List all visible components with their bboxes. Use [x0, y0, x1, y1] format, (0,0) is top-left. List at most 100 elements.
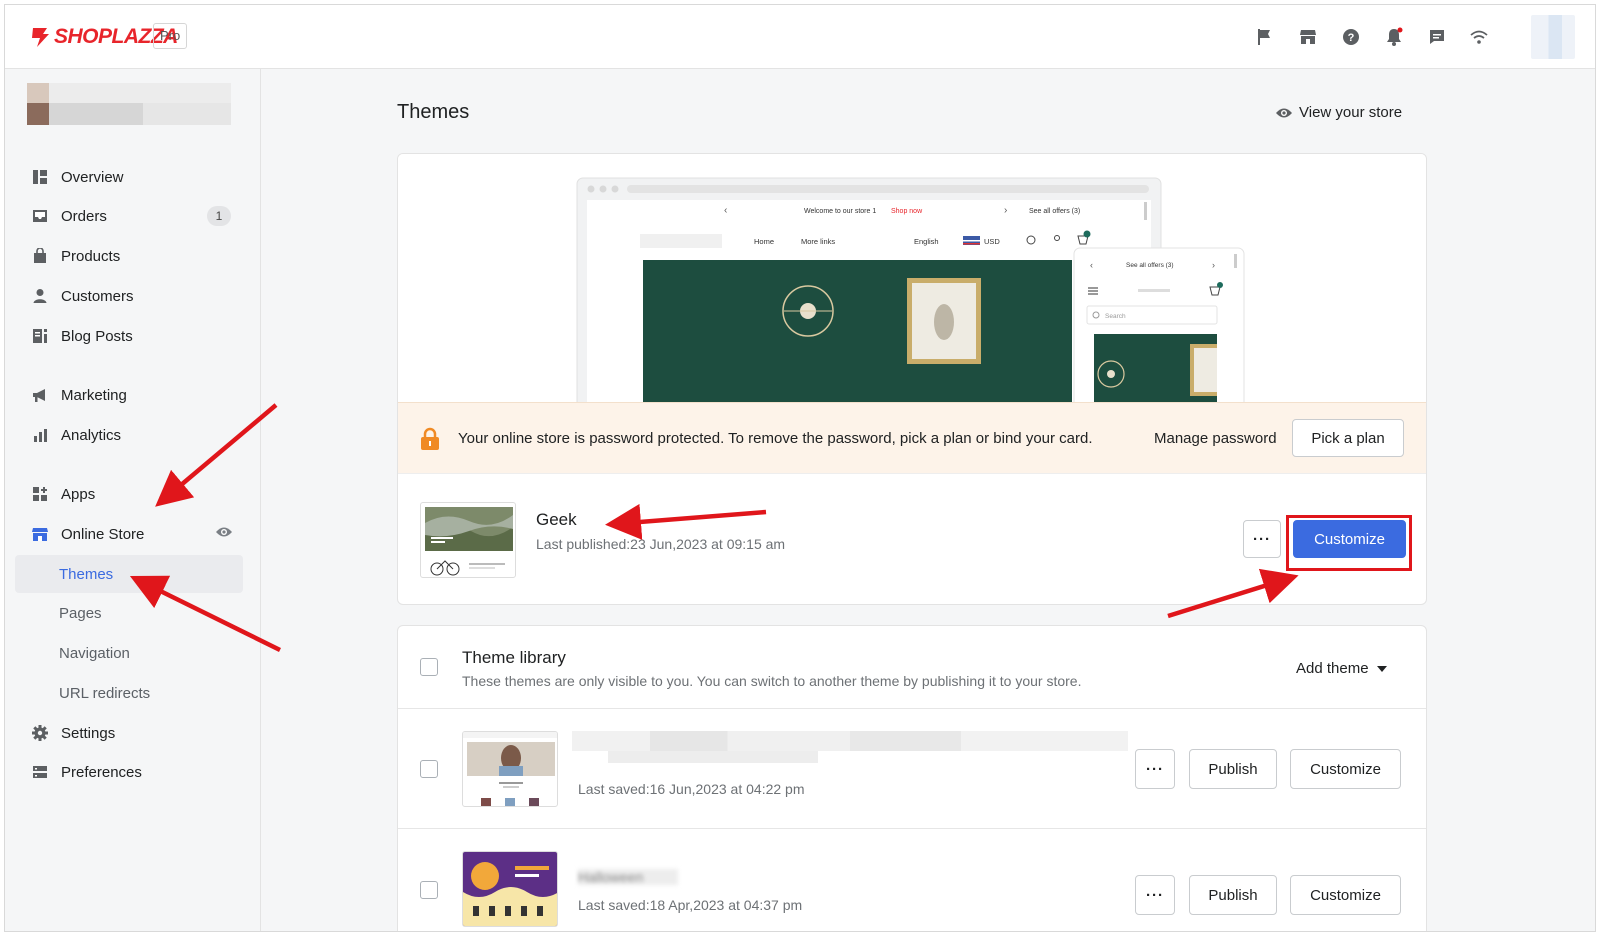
svg-text:›: ›	[1004, 205, 1007, 216]
current-theme-card: ‹ Welcome to our store 1 Shop now › See …	[397, 153, 1427, 605]
sidebar-subitem-navigation[interactable]: Navigation	[15, 634, 243, 672]
megaphone-icon	[31, 386, 49, 404]
sidebar-item-label: Analytics	[61, 426, 122, 444]
plan-badge: Pro	[153, 23, 188, 49]
sidebar-subitem-url-redirects[interactable]: URL redirects	[15, 674, 243, 712]
help-icon[interactable]: ?	[1339, 25, 1363, 49]
theme-library-title: Theme library	[462, 648, 566, 667]
sidebar-subitem-themes[interactable]: Themes	[15, 555, 243, 593]
bar-chart-icon	[31, 426, 49, 444]
preview-shop-now: Shop now	[891, 208, 923, 215]
gear-icon	[31, 724, 49, 742]
sidebar-item-marketing[interactable]: Marketing	[15, 376, 243, 414]
sidebar-item-preferences[interactable]: Preferences	[15, 753, 243, 791]
library-theme-more-button[interactable]: ···	[1135, 875, 1175, 915]
sidebar-item-apps[interactable]: Apps	[15, 475, 243, 513]
preview-offers: See all offers (3)	[1029, 208, 1080, 215]
customize-highlight-annotation	[1286, 515, 1412, 571]
bag-icon	[31, 247, 49, 265]
password-protected-banner: Your online store is password protected.…	[398, 402, 1426, 474]
library-theme-thumbnail[interactable]	[462, 851, 558, 927]
sidebar-item-overview[interactable]: Overview	[15, 158, 243, 196]
sidebar-item-label: Preferences	[61, 763, 142, 781]
sidebar-item-blog-posts[interactable]: Blog Posts	[15, 317, 243, 355]
app-window: SHOPLAZZA Pro ? Overview Orders 1 Produc…	[4, 4, 1596, 932]
library-theme-customize-button[interactable]: Customize	[1290, 875, 1401, 915]
sidebar-item-label: Orders	[61, 207, 107, 225]
sidebar-item-label: Customers	[61, 287, 134, 305]
theme-library-description: These themes are only visible to you. Yo…	[462, 673, 1082, 689]
add-theme-label: Add theme	[1296, 660, 1369, 677]
sidebar-item-analytics[interactable]: Analytics	[15, 416, 243, 454]
bell-icon[interactable]	[1382, 25, 1406, 49]
sidebar-item-label: Online Store	[61, 525, 145, 543]
sidebar-item-orders[interactable]: Orders 1	[15, 197, 243, 235]
add-theme-dropdown[interactable]: Add theme	[1296, 660, 1387, 677]
sidebar-item-online-store[interactable]: Online Store	[15, 515, 243, 553]
svg-text:‹: ‹	[724, 205, 727, 216]
preview-lang: English	[914, 237, 939, 246]
sidebar-item-customers[interactable]: Customers	[15, 277, 243, 315]
library-theme-name: Halloween	[578, 869, 678, 885]
current-theme-thumbnail[interactable]	[420, 502, 516, 578]
top-bar: SHOPLAZZA Pro ?	[5, 5, 1595, 69]
theme-preview-image: ‹ Welcome to our store 1 Shop now › See …	[576, 177, 1245, 410]
avatar[interactable]	[1531, 15, 1575, 59]
library-theme-publish-button[interactable]: Publish	[1189, 875, 1277, 915]
flag-icon[interactable]	[1253, 25, 1277, 49]
sidebar-item-label: Products	[61, 247, 121, 265]
library-theme-customize-button[interactable]: Customize	[1290, 749, 1401, 789]
current-theme-published-date: Last published:23 Jun,2023 at 09:15 am	[536, 536, 786, 552]
preview-mobile-search: Search	[1105, 313, 1126, 320]
pick-plan-button[interactable]: Pick a plan	[1292, 419, 1404, 457]
sidebar: Overview Orders 1 Products Customers Blo…	[5, 69, 261, 931]
theme-row-checkbox[interactable]	[420, 881, 438, 899]
inbox-icon	[31, 207, 49, 225]
sidebar-item-products[interactable]: Products	[15, 237, 243, 275]
sidebar-item-settings[interactable]: Settings	[15, 714, 243, 752]
store-name-blurred[interactable]	[27, 83, 231, 125]
library-theme-name-blurred	[572, 731, 1128, 751]
svg-text:›: ›	[1212, 260, 1215, 270]
sidebar-item-label: Marketing	[61, 386, 127, 404]
preview-welcome-text: Welcome to our store 1	[804, 208, 876, 215]
library-theme-name-blurred-2	[608, 751, 818, 763]
theme-preview: ‹ Welcome to our store 1 Shop now › See …	[398, 154, 1426, 410]
apps-icon	[31, 485, 49, 503]
preview-nav-more: More links	[801, 237, 835, 246]
theme-library-card: Theme library These themes are only visi…	[397, 625, 1427, 931]
library-theme-row: Halloween Last saved:18 Apr,2023 at 04:3…	[398, 828, 1426, 931]
blog-icon	[31, 327, 49, 345]
storefront-icon	[31, 525, 49, 543]
theme-row-checkbox[interactable]	[420, 760, 438, 778]
library-theme-thumbnail[interactable]	[462, 731, 558, 807]
library-theme-row: Last saved:16 Jun,2023 at 04:22 pm ··· P…	[398, 708, 1426, 828]
manage-password-link[interactable]: Manage password	[1154, 430, 1277, 447]
svg-text:?: ?	[1348, 32, 1355, 44]
library-theme-publish-button[interactable]: Publish	[1189, 749, 1277, 789]
current-theme-more-button[interactable]: ···	[1243, 520, 1281, 558]
page-title: Themes	[397, 101, 470, 123]
lock-icon	[421, 427, 439, 450]
preview-currency: USD	[984, 237, 1000, 246]
sidebar-item-label: Settings	[61, 724, 116, 742]
eye-icon	[1276, 108, 1292, 117]
storefront-icon[interactable]	[1296, 25, 1320, 49]
sidebar-item-label: Apps	[61, 485, 96, 503]
sidebar-item-label: Blog Posts	[61, 327, 133, 345]
password-banner-message: Your online store is password protected.…	[458, 430, 1093, 447]
chat-icon[interactable]	[1425, 25, 1449, 49]
preview-mobile-offers: See all offers (3)	[1126, 262, 1174, 269]
current-theme-name: Geek	[536, 510, 577, 529]
current-theme-row: Geek Last published:23 Jun,2023 at 09:15…	[398, 474, 1426, 604]
select-all-checkbox[interactable]	[420, 658, 438, 676]
view-store-eye-icon[interactable]	[215, 525, 233, 543]
wifi-icon[interactable]	[1467, 25, 1491, 49]
sidebar-item-label: Overview	[61, 168, 124, 186]
view-store-label: View your store	[1299, 104, 1403, 121]
view-store-link[interactable]: View your store	[1275, 104, 1402, 121]
svg-text:‹: ‹	[1090, 260, 1093, 270]
sidebar-subitem-pages[interactable]: Pages	[15, 594, 243, 632]
library-theme-more-button[interactable]: ···	[1135, 749, 1175, 789]
person-icon	[31, 287, 49, 305]
